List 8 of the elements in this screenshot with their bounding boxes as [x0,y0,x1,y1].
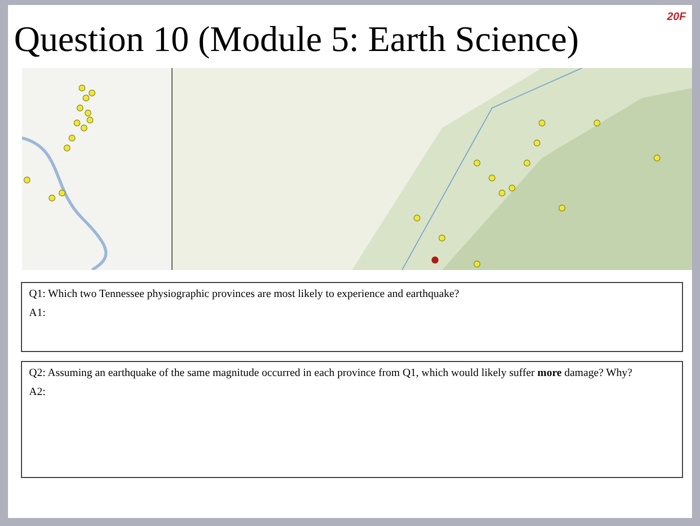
question-text: Q1: Which two Tennessee physiographic provinces are most likely to experience and earthquake? [29,288,460,301]
answer-label: A1: [29,307,46,320]
slide-title: Question 10 (Module 5: Earth Science) [14,19,579,59]
answer-box[interactable]: Q2: Assuming an earthquake of the same magnitude occurred in each province from Q1, which would likely suffer more damage? Why? A2: [21,361,683,478]
question-text: Q2: Assuming an earthquake of the same magnitude occurred in each province from Q1, which would likely suffer more damage? Why? [29,367,634,380]
answer-box[interactable]: Q1: Which two Tennessee physiographic provinces are most likely to experience and earthquake? A1: [21,282,683,352]
answer-label: A2: [29,386,46,399]
slide-number: 20F [667,11,686,23]
